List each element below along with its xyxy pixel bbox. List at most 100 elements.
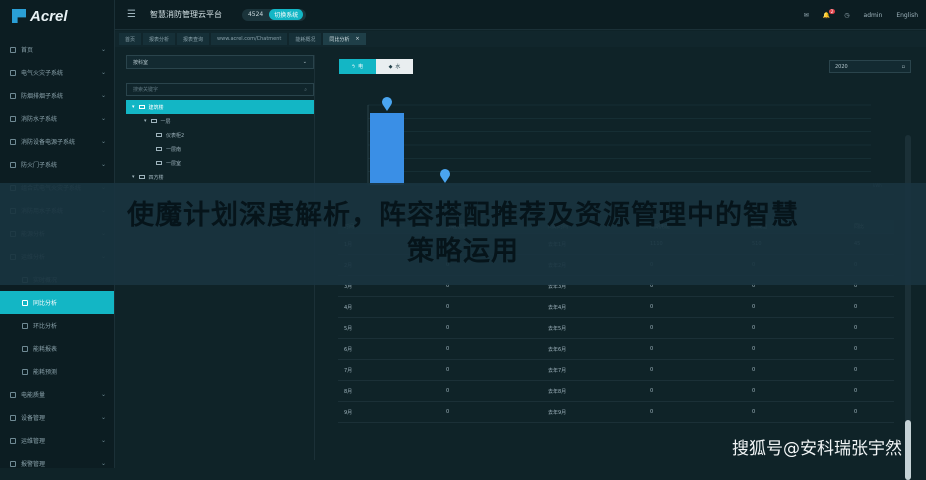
table-cell: 0	[854, 388, 858, 394]
sidebar-item-label: 设备管理	[21, 415, 46, 422]
message-icon[interactable]: ✉	[804, 12, 809, 19]
quality-icon	[10, 391, 16, 398]
sidebar-item-18[interactable]: 报警管理 ⌄	[0, 452, 114, 475]
tab-0[interactable]: 首页	[119, 33, 142, 45]
close-icon[interactable]: ×	[355, 36, 359, 42]
badge-count: 4524	[247, 11, 264, 18]
table-cell: 0	[650, 325, 654, 331]
calendar-icon: ▫	[901, 63, 905, 70]
sidebar-item-11[interactable]: 同比分析	[0, 291, 114, 314]
sidebar-item-label: 能耗预测	[33, 369, 58, 376]
sidebar-item-16[interactable]: 设备管理 ⌄	[0, 406, 114, 429]
caret-icon[interactable]: ▾	[144, 118, 147, 124]
sidebar-item-12[interactable]: 环比分析	[0, 314, 114, 337]
table-cell: 6月	[344, 346, 353, 353]
table-cell: 0	[854, 304, 858, 310]
sidebar-item-3[interactable]: 消防水子系统 ⌄	[0, 107, 114, 130]
fan-icon	[10, 92, 16, 99]
caret-icon[interactable]: ▾	[132, 174, 135, 180]
table-cell: 7月	[344, 367, 353, 374]
sidebar-item-14[interactable]: 能耗预测	[0, 360, 114, 383]
table-cell: 0	[446, 346, 450, 352]
tree-node-label: 一层	[160, 118, 171, 125]
sidebar-item-15[interactable]: 电能质量 ⌄	[0, 383, 114, 406]
system-title: 智慧消防管理云平台	[149, 10, 222, 19]
tab-1[interactable]: 报表分析	[143, 33, 176, 45]
table-cell: 0	[446, 388, 450, 394]
energy-toggle-1[interactable]: ◆ 水	[376, 59, 413, 74]
bell-icon[interactable]: 🔔 2	[823, 8, 836, 19]
chevron-down-icon: ⌄	[302, 59, 307, 65]
chevron-down-icon: ⌄	[100, 460, 106, 467]
sidebar-item-17[interactable]: 运维管理 ⌄	[0, 429, 114, 452]
table-cell: 0	[650, 409, 654, 415]
table-cell: 去年6月	[548, 346, 567, 353]
year-picker[interactable]: 2020 ▫	[829, 60, 911, 73]
table-cell: 9月	[344, 409, 353, 416]
chevron-down-icon: ⌄	[100, 391, 106, 398]
sidebar-item-1[interactable]: 电气火灾子系统 ⌄	[0, 61, 114, 84]
table-cell: 5月	[344, 325, 353, 332]
top-right-actions: ✉ 🔔 2 ◷ admin English	[804, 0, 918, 30]
tree-node[interactable]: ▾ 建筑楼	[126, 100, 314, 114]
home-icon	[10, 46, 16, 53]
tab-4[interactable]: 能耗概况	[289, 33, 322, 45]
table-cell: 8月	[344, 388, 353, 395]
system-switch[interactable]: 4524 切换系统	[241, 8, 307, 21]
table-cell: 0	[752, 367, 756, 373]
user-name[interactable]: admin	[864, 12, 883, 19]
table-cell: 0	[446, 304, 450, 310]
switch-system-button[interactable]: 切换系统	[269, 9, 304, 20]
tree-node[interactable]: ▾ 一层	[126, 114, 314, 128]
table-cell: 0	[752, 409, 756, 415]
sidebar-item-13[interactable]: 能耗报表	[0, 337, 114, 360]
sidebar-item-0[interactable]: 首页 ⌄	[0, 38, 114, 61]
table-cell: 去年8月	[548, 388, 567, 395]
chevron-down-icon: ⌄	[100, 115, 106, 122]
table-row: 4月 0 去年4月 0 0 0	[338, 297, 894, 318]
tree-search-input[interactable]: 搜索关键字 ⌕	[126, 83, 314, 96]
sidebar-item-2[interactable]: 防烟排烟子系统 ⌄	[0, 84, 114, 107]
bar[interactable]	[370, 113, 404, 185]
tab-2[interactable]: 报表查询	[177, 33, 210, 45]
maintenance-icon	[10, 437, 16, 444]
tree-node[interactable]: 一层南	[126, 142, 314, 156]
drop-icon: ◆	[388, 63, 393, 70]
sidebar-item-label: 电能质量	[21, 392, 46, 399]
language-switch[interactable]: English	[896, 12, 918, 19]
table-cell: 0	[752, 388, 756, 394]
tab-5[interactable]: 同比分析 ×	[323, 33, 366, 45]
bolt-icon	[10, 69, 16, 76]
tree-node-label: 一层南	[166, 146, 182, 153]
tree-node[interactable]: 一层室	[126, 156, 314, 170]
table-cell: 0	[854, 367, 858, 373]
sidebar-item-label: 环比分析	[33, 323, 58, 330]
scrollbar-thumb[interactable]	[905, 420, 911, 480]
sidebar-item-5[interactable]: 防火门子系统 ⌄	[0, 153, 114, 176]
sidebar-item-label: 运维管理	[21, 438, 46, 445]
table-cell: 0	[854, 409, 858, 415]
chevron-down-icon: ⌄	[100, 161, 106, 168]
table-cell: 0	[752, 346, 756, 352]
tree-node[interactable]: ▾ 四方楼	[126, 170, 314, 184]
chevron-down-icon: ⌄	[100, 437, 106, 444]
table-cell: 4月	[344, 304, 353, 311]
tab-3[interactable]: www.acrel.com/Chatment	[211, 33, 288, 45]
chevron-down-icon: ⌄	[100, 69, 106, 76]
chevron-down-icon: ⌄	[100, 92, 106, 99]
caret-icon[interactable]: ▾	[132, 104, 135, 110]
energy-toggle-0[interactable]: ϟ电	[339, 59, 376, 74]
sidebar-item-label: 消防设备电源子系统	[21, 139, 76, 146]
sidebar-item-4[interactable]: 消防设备电源子系统 ⌄	[0, 130, 114, 153]
search-icon[interactable]: ⌕	[304, 87, 307, 93]
menu-icon[interactable]: ☰	[127, 9, 136, 20]
clock-icon[interactable]: ◷	[844, 12, 849, 19]
group-select[interactable]: 按科室 ⌄	[126, 55, 314, 69]
door-icon	[10, 161, 16, 168]
sidebar-item-label: 同比分析	[33, 300, 58, 307]
tree-node[interactable]: 仪表柜2	[126, 128, 314, 142]
alarm-icon	[10, 460, 16, 467]
folder-icon	[156, 133, 162, 137]
table-cell: 0	[854, 325, 858, 331]
sidebar-item-label: 能耗报表	[33, 346, 58, 353]
